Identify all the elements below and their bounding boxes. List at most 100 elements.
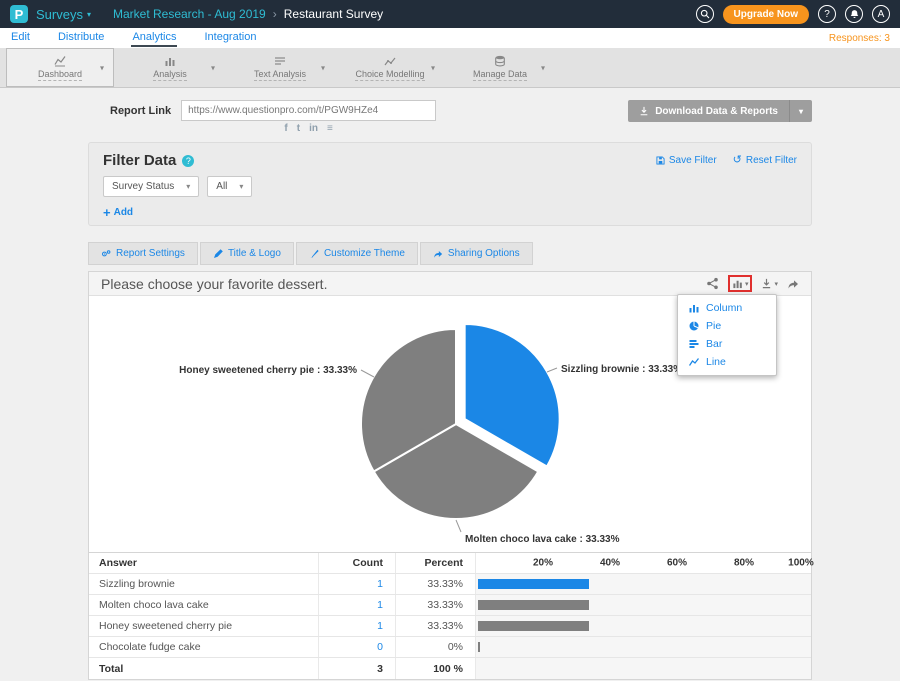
nav-integration[interactable]: Integration [203,29,257,47]
surveys-menu[interactable]: Surveys ▾ [36,7,91,22]
toolbar-choice-modelling[interactable]: Choice Modelling ▾ [336,48,444,87]
search-button[interactable] [696,5,714,23]
row-count[interactable]: 1 [319,595,396,615]
nav-distribute[interactable]: Distribute [57,29,105,47]
toolbar-analysis[interactable]: Analysis ▾ [116,48,224,87]
toolbar-text-analysis[interactable]: Text Analysis ▾ [226,48,334,87]
scale-tick: 80% [734,558,754,569]
help-button[interactable]: ? [818,5,836,23]
menu-label: Pie [706,320,721,332]
tab-report-settings[interactable]: Report Settings [88,242,198,265]
chevron-down-icon[interactable]: ▾ [541,63,545,72]
breadcrumb-separator: › [273,7,277,21]
chart-area: Sizzling brownie : 33.33% Honey sweetene… [89,296,811,552]
toolbar-label: Analysis [153,69,187,81]
add-filter-button[interactable]: + Add [103,206,133,219]
chevron-down-icon[interactable]: ▾ [790,107,812,116]
pie-label-right: Sizzling brownie : 33.33% [561,364,682,375]
topbar-right: Upgrade Now ? A [696,5,890,24]
avatar[interactable]: A [872,5,890,23]
search-icon [700,9,710,19]
question-card: Please choose your favorite dessert. ▾ ▾ [88,271,812,680]
row-count[interactable]: 1 [319,616,396,636]
tab-customize-theme[interactable]: Customize Theme [296,242,418,265]
question-title: Please choose your favorite dessert. [101,276,327,292]
help-icon[interactable]: ? [182,155,194,167]
linkedin-icon[interactable]: in [309,124,318,134]
row-answer: Molten choco lava cake [89,595,319,615]
download-icon [639,106,649,116]
chevron-down-icon: ▾ [87,10,91,19]
add-filter-label: Add [114,207,133,218]
twitter-icon[interactable]: t [297,124,300,134]
row-count[interactable]: 0 [319,637,396,657]
plus-icon: + [103,206,111,219]
chart-type-menu: Column Pie Bar Line [677,294,777,376]
brush-icon [309,249,319,259]
download-chart-button[interactable]: ▾ [761,278,778,289]
embed-icon[interactable]: ≡ [327,124,333,134]
header-count: Count [319,553,396,573]
menu-item-line[interactable]: Line [678,353,776,371]
tab-sharing-options[interactable]: Sharing Options [420,242,533,265]
pie-slices[interactable] [361,324,560,519]
compare-icon[interactable] [706,277,719,290]
survey-status-select[interactable]: Survey Status ▾ [103,176,199,197]
reset-filter-link[interactable]: ↺ Reset Filter [733,155,797,166]
row-bar-cell [476,574,811,594]
pie-chart-icon [689,321,699,331]
avatar-initial: A [878,9,885,20]
breadcrumb-parent[interactable]: Market Research - Aug 2019 [113,7,266,21]
report-link-input[interactable] [181,100,436,121]
save-filter-link[interactable]: Save Filter [656,155,717,166]
filter-links: Save Filter ↺ Reset Filter [656,155,797,166]
tab-label: Customize Theme [324,248,405,259]
toolbar-manage-data[interactable]: Manage Data ▾ [446,48,554,87]
total-count: 3 [319,658,396,679]
nav-edit[interactable]: Edit [10,29,31,47]
row-answer: Honey sweetened cherry pie [89,616,319,636]
menu-label: Bar [706,338,722,350]
menu-label: Line [706,356,726,368]
gears-icon [101,249,111,259]
share-icon[interactable] [787,278,799,290]
notifications-button[interactable] [845,5,863,23]
row-percent: 33.33% [396,616,476,636]
filter-value-select[interactable]: All ▾ [207,176,252,197]
chevron-down-icon[interactable]: ▾ [321,63,325,72]
nav-analytics[interactable]: Analytics [131,29,177,47]
header-answer: Answer [89,553,319,573]
row-count[interactable]: 1 [319,574,396,594]
tab-title-logo[interactable]: Title & Logo [200,242,294,265]
facebook-icon[interactable]: f [284,124,287,134]
menu-item-column[interactable]: Column [678,299,776,317]
chevron-down-icon[interactable]: ▾ [431,63,435,72]
report-link-input-wrap: f t in ≡ [181,100,436,134]
chart-type-button[interactable]: ▾ [728,275,753,292]
chevron-down-icon[interactable]: ▾ [211,63,215,72]
choice-modelling-icon [384,55,396,67]
menu-item-bar[interactable]: Bar [678,335,776,353]
forward-arrow-icon [787,278,799,290]
section-tabs: Report Settings Title & Logo Customize T… [88,242,812,265]
reset-icon: ↺ [733,155,742,166]
filter-header: Filter Data ? Save Filter ↺ Reset Filter [103,152,797,169]
row-percent: 33.33% [396,595,476,615]
content-column: Report Link f t in ≡ Download Data & Rep… [88,100,812,680]
report-link-row: Report Link f t in ≡ Download Data & Rep… [88,100,812,134]
survey-status-value: Survey Status [112,181,174,192]
toolbar-dashboard[interactable]: Dashboard ▾ [6,48,114,87]
toolbar-label: Manage Data [473,69,527,81]
header-percent: Percent [396,553,476,573]
upgrade-button[interactable]: Upgrade Now [723,5,809,24]
download-reports-button[interactable]: Download Data & Reports ▾ [628,100,812,122]
row-percent: 33.33% [396,574,476,594]
menu-item-pie[interactable]: Pie [678,317,776,335]
chevron-down-icon: ▾ [239,182,243,191]
question-card-actions: ▾ ▾ [706,275,799,292]
chevron-down-icon[interactable]: ▾ [100,63,104,72]
row-percent: 0% [396,637,476,657]
result-bar [478,579,589,589]
questionpro-logo[interactable]: P [10,5,28,23]
social-share-row: f t in ≡ [181,124,436,134]
